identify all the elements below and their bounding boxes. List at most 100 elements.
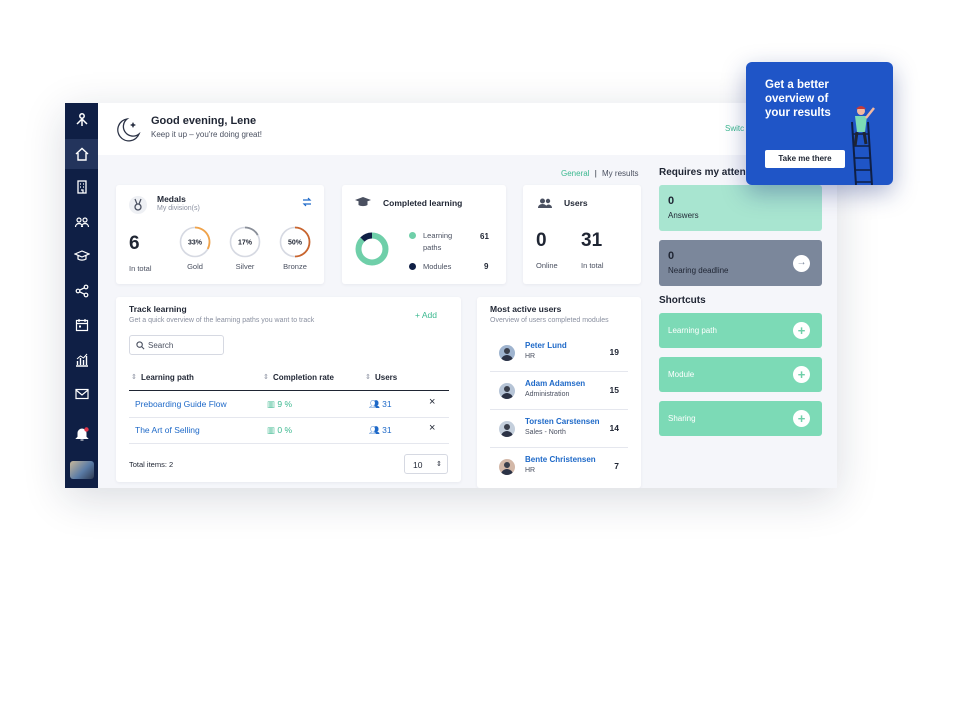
header: Good evening, Lene Keep it up – you're d… xyxy=(98,103,837,155)
avatar[interactable] xyxy=(70,461,94,479)
sidebar-item-messages[interactable] xyxy=(65,379,98,409)
medals-card: Medals My division(s) 6 In total 33% Gold… xyxy=(116,185,324,284)
result-filter: General | My results xyxy=(561,169,639,178)
bell-icon xyxy=(74,427,89,441)
remove-row-button[interactable]: × xyxy=(429,422,435,434)
medal-rings: 33% Gold 17% Silver 50% Bronze xyxy=(179,226,311,271)
user-module-count: 19 xyxy=(609,347,619,357)
user-name[interactable]: Bente Christensen xyxy=(525,455,596,464)
user-avatar xyxy=(499,421,515,437)
answers-count: 0 xyxy=(668,195,675,207)
sort-icon[interactable]: ⇕ xyxy=(263,373,269,381)
chart-icon xyxy=(75,353,88,367)
sidebar-item-learning[interactable] xyxy=(65,241,98,271)
user-department: Administration xyxy=(525,391,570,398)
column-users[interactable]: Users xyxy=(375,373,397,382)
active-user-row[interactable]: Adam Adamsen Administration 15 xyxy=(490,372,628,410)
header-divider xyxy=(129,390,449,391)
arrow-right-icon[interactable]: → xyxy=(793,255,810,272)
row-divider xyxy=(129,417,449,418)
column-completion-rate[interactable]: Completion rate xyxy=(273,373,334,382)
plus-icon[interactable]: + xyxy=(793,322,810,339)
learning-paths-count: 61 xyxy=(480,232,489,241)
greeting-subtitle: Keep it up – you're doing great! xyxy=(151,130,262,139)
user-module-count: 7 xyxy=(614,461,619,471)
sort-icon[interactable]: ⇕ xyxy=(131,373,137,381)
medal-ring-silver xyxy=(244,226,259,236)
take-me-there-button[interactable]: Take me there xyxy=(765,150,845,168)
remove-row-button[interactable]: × xyxy=(429,396,435,408)
shortcuts-title: Shortcuts xyxy=(659,295,706,306)
sidebar-item-users[interactable] xyxy=(65,207,98,237)
user-module-count: 15 xyxy=(609,385,619,395)
track-row-path-link[interactable]: The Art of Selling xyxy=(135,425,200,435)
users-icon xyxy=(74,217,89,228)
medal-label-bronze: Bronze xyxy=(283,262,307,271)
row-divider xyxy=(129,443,449,444)
user-avatar xyxy=(499,459,515,475)
users-online-count: 0 xyxy=(536,230,547,251)
shortcut-module[interactable]: Module + xyxy=(659,357,822,392)
track-title: Track learning xyxy=(129,304,187,314)
shortcut-sharing[interactable]: Sharing + xyxy=(659,401,822,436)
user-name[interactable]: Torsten Carstensen xyxy=(525,417,600,426)
sidebar-item-organisation[interactable] xyxy=(65,172,98,202)
shortcut-learning-path[interactable]: Learning path + xyxy=(659,313,822,348)
sidebar-item-notifications[interactable] xyxy=(65,419,98,449)
filter-general[interactable]: General xyxy=(561,169,589,178)
user-avatar xyxy=(499,345,515,361)
sidebar-item-home[interactable] xyxy=(65,139,98,169)
medal-percent-bronze: 50% xyxy=(288,240,303,247)
users-icon: 👥︎ xyxy=(369,425,380,435)
completed-learning-card: Completed learning Learning paths 61 Modu… xyxy=(342,185,506,284)
track-row-users[interactable]: 👥︎ 31 xyxy=(369,425,392,436)
users-total-label: In total xyxy=(581,261,604,270)
sidebar-item-sharing[interactable] xyxy=(65,276,98,306)
attention-title: Requires my atten xyxy=(659,167,746,178)
plus-icon[interactable]: + xyxy=(793,410,810,427)
search-icon xyxy=(136,341,145,350)
user-name[interactable]: Peter Lund xyxy=(525,341,567,350)
plus-icon[interactable]: + xyxy=(793,366,810,383)
page-size-select[interactable]: 10 ⇕ xyxy=(404,454,448,474)
deadline-tile[interactable]: 0 Nearing deadline → xyxy=(659,240,822,286)
donut-slice-learning-paths xyxy=(355,232,389,266)
user-name[interactable]: Adam Adamsen xyxy=(525,379,585,388)
users-icon xyxy=(538,198,552,208)
deadline-label: Nearing deadline xyxy=(668,266,729,275)
track-row-rate: ▥ 0 % xyxy=(267,425,293,435)
answers-label: Answers xyxy=(668,211,699,220)
track-row-rate: ▥ 9 % xyxy=(267,399,293,409)
track-subtitle: Get a quick overview of the learning pat… xyxy=(129,317,315,324)
completed-donut-chart xyxy=(355,232,389,266)
track-row-path-link[interactable]: Preboarding Guide Flow xyxy=(135,399,227,409)
building-icon xyxy=(76,180,87,194)
user-department: HR xyxy=(525,353,536,360)
graduation-cap-icon xyxy=(355,197,371,207)
promo-popup: Get a better overview of your results Ta… xyxy=(746,62,893,185)
legend-learning-paths-dot xyxy=(409,232,416,239)
logo-icon[interactable] xyxy=(65,105,98,135)
filter-my-results[interactable]: My results xyxy=(602,169,638,178)
sidebar-item-statistics[interactable] xyxy=(65,345,98,375)
active-user-row[interactable]: Torsten Carstensen Sales - North 14 xyxy=(490,410,628,448)
total-items: Total items: 2 xyxy=(129,460,174,469)
add-track-button[interactable]: + Add xyxy=(415,310,437,320)
legend-modules-dot xyxy=(409,263,416,270)
sort-icon[interactable]: ⇕ xyxy=(365,373,371,381)
active-user-row[interactable]: Bente Christensen HR 7 xyxy=(490,448,628,485)
medal-percent-gold: 33% xyxy=(188,240,203,247)
users-card: Users 0 Online 31 In total xyxy=(523,185,641,284)
track-row-users[interactable]: 👥︎ 31 xyxy=(369,399,392,410)
users-online-label: Online xyxy=(536,261,558,270)
calendar-icon xyxy=(75,319,88,332)
active-user-row[interactable]: Peter Lund HR 19 xyxy=(490,334,628,372)
column-learning-path[interactable]: Learning path xyxy=(141,373,194,382)
sidebar-item-calendar[interactable] xyxy=(65,310,98,340)
answers-tile[interactable]: 0 Answers xyxy=(659,185,822,231)
track-learning-card: Track learning Get a quick overview of t… xyxy=(116,297,461,482)
search-input[interactable]: Search xyxy=(129,335,224,355)
ladder-person-illustration xyxy=(851,106,875,185)
users-total-count: 31 xyxy=(581,230,603,251)
switch-link[interactable]: Switc xyxy=(725,124,744,133)
